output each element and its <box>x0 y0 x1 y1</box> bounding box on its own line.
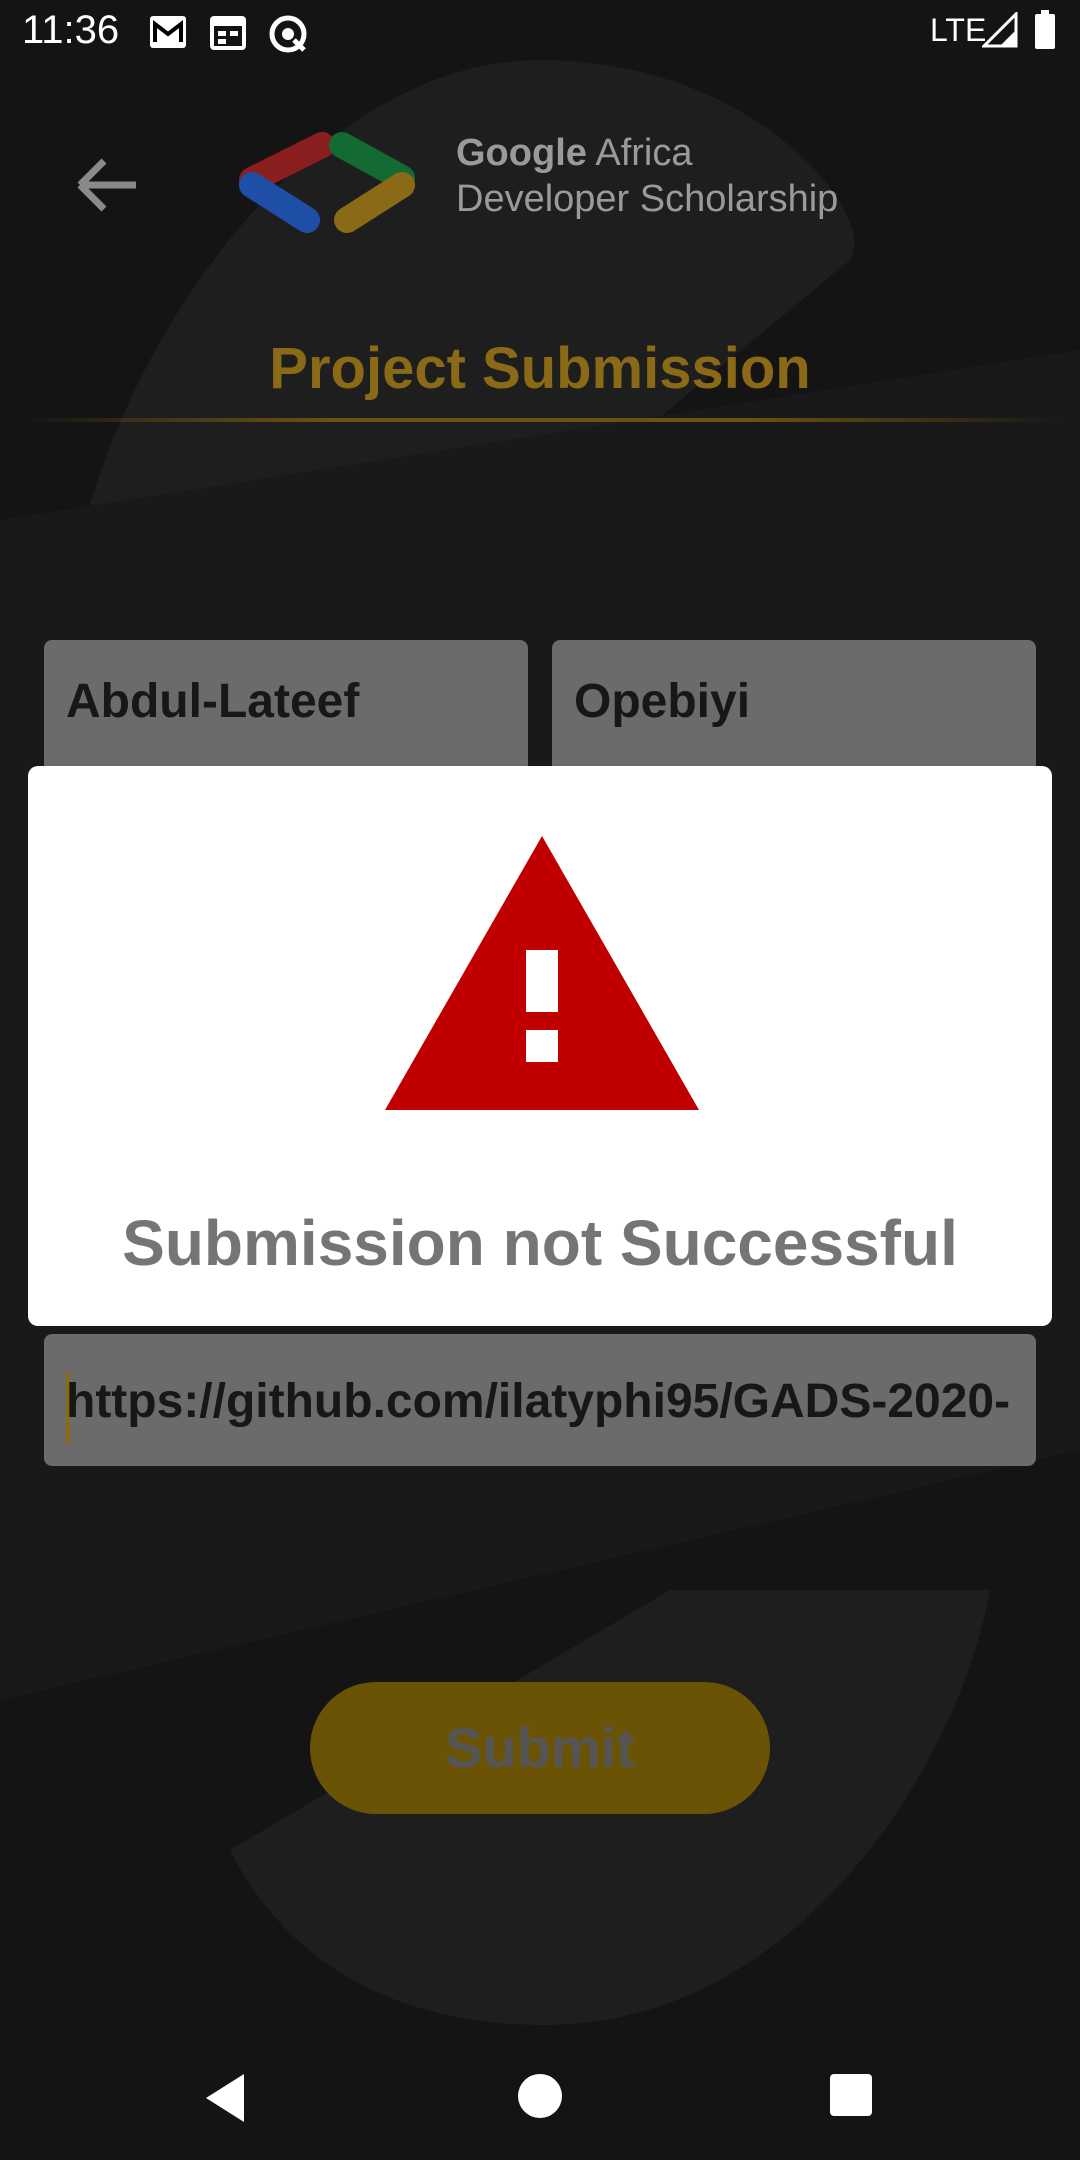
brand-line-1: Google Africa <box>456 132 693 174</box>
first-name-value: Abdul-Lateef <box>66 675 360 728</box>
warning-icon <box>385 836 699 1110</box>
first-name-field[interactable]: Abdul-Lateef <box>44 640 528 772</box>
network-type: LTE <box>930 12 987 48</box>
calendar-icon <box>210 16 246 50</box>
submit-button[interactable]: Submit <box>310 1682 770 1814</box>
back-arrow-icon[interactable] <box>72 150 142 220</box>
last-name-value: Opebiyi <box>574 675 751 728</box>
project-link-field[interactable]: https://github.com/ilatyphi95/GADS-2020- <box>44 1334 1036 1466</box>
signal-icon <box>982 12 1018 48</box>
brand-text: Google Africa Developer Scholarship <box>456 130 838 222</box>
navigation-bar <box>0 2040 1080 2160</box>
title-divider <box>20 418 1060 422</box>
sync-icon <box>269 15 307 53</box>
nav-back-icon[interactable] <box>200 2070 250 2126</box>
dialog-message: Submission not Successful <box>122 1207 958 1279</box>
page-title: Project Submission <box>269 336 811 401</box>
project-link-value: https://github.com/ilatyphi95/GADS-2020- <box>66 1375 1011 1428</box>
nav-home-icon[interactable] <box>516 2072 564 2120</box>
last-name-field[interactable]: Opebiyi <box>552 640 1036 772</box>
gads-logo <box>239 132 415 233</box>
battery-icon <box>1035 10 1055 49</box>
error-dialog: Submission not Successful <box>28 766 1052 1326</box>
nav-recents-icon[interactable] <box>828 2072 874 2118</box>
gmail-icon <box>150 16 186 48</box>
brand-line-2: Developer Scholarship <box>456 178 839 220</box>
status-time: 11:36 <box>22 8 120 52</box>
status-bar: 11:36 LTE <box>0 0 1080 66</box>
screen: 11:36 LTE Google Africa Developer Schola… <box>0 0 1080 2160</box>
